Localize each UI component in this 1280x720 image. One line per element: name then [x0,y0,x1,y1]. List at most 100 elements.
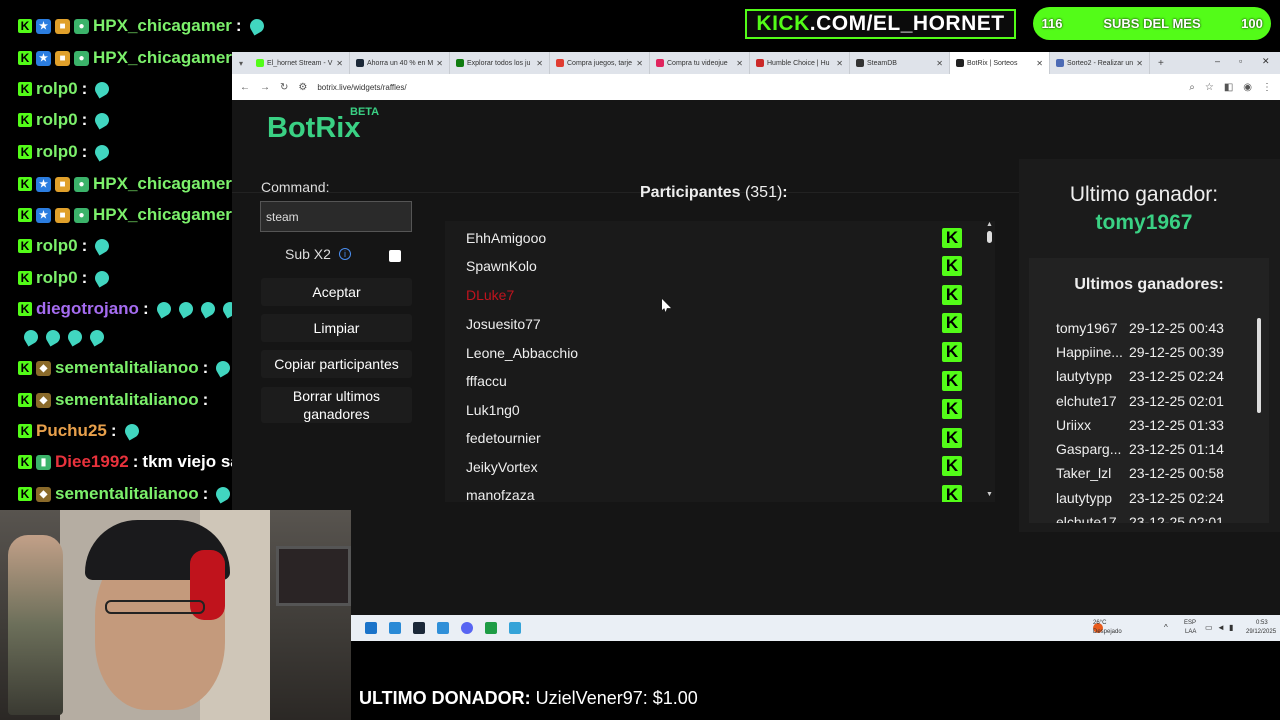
profile-icon[interactable]: ◉ [1243,82,1252,93]
chat-separator: : [202,390,209,409]
discord-icon[interactable] [461,622,473,634]
menu-icon[interactable]: ⋮ [1262,82,1272,93]
zoom-icon[interactable]: ⌕ [1189,82,1195,93]
participant-name: Luk1ng0 [466,402,520,418]
chat-username[interactable]: Diee1992 [55,452,129,472]
winner-row: lautytypp 23-12-25 02:24 [1056,368,1224,384]
accept-button[interactable]: Aceptar [261,278,412,306]
scroll-up-icon[interactable]: ▲ [986,221,993,228]
chat-username[interactable]: rolp0 [36,268,78,288]
founder-badge-icon: ◆ [36,392,51,408]
participants-list[interactable]: EhhAmigooo K SpawnKolo K DLuke7 K Josues… [445,221,995,502]
browser-tab[interactable]: Humble Choice | Hu ✕ [750,52,850,74]
store-favicon-icon [556,59,564,67]
close-icon[interactable]: ✕ [336,59,343,68]
chat-username[interactable]: rolp0 [36,142,78,162]
reload-icon[interactable]: ↻ [280,82,288,93]
chat-message: K ◆ sementalitalianoo : [18,390,208,410]
battery-icon[interactable]: ▮ [1229,623,1233,632]
chat-username[interactable]: Puchu25 [36,421,107,441]
info-icon[interactable]: i [338,248,351,260]
site-info-icon[interactable]: ⚙ [298,82,307,93]
back-icon[interactable]: ← [240,82,250,93]
command-input[interactable] [260,201,412,232]
botrix-logo[interactable]: BotRix [267,112,360,145]
taskbar-app-icon[interactable] [509,622,521,634]
scroll-down-icon[interactable]: ▼ [986,491,993,498]
browser-tab[interactable]: Compra tu videojue ✕ [650,52,750,74]
sub-x2-checkbox[interactable] [389,250,401,262]
chat-separator: : [142,299,149,318]
browser-tab[interactable]: El_hornet Stream - V ✕ [250,52,350,74]
close-icon[interactable]: ✕ [1036,59,1043,68]
emote-icon [92,142,112,162]
browser-tab-active[interactable]: BotRix | Sorteos ✕ [950,52,1050,74]
window-close-icon[interactable]: ✕ [1262,56,1270,67]
language-code[interactable]: ESP [1184,620,1196,626]
browser-window: ▾ El_hornet Stream - V ✕ Ahorra un 40 % e… [232,52,1280,615]
chat-username[interactable]: sementalitalianoo [55,390,199,410]
chat-username[interactable]: HPX_chicagamer [93,16,232,36]
edge-icon[interactable] [389,622,401,634]
close-icon[interactable]: ✕ [936,59,943,68]
clock-time[interactable]: 0:53 [1256,620,1268,626]
bookmark-star-icon[interactable]: ☆ [1205,82,1214,93]
steam-icon[interactable] [413,622,425,634]
winner-date: 23-12-25 00:58 [1129,465,1224,481]
kick-platform-icon: K [942,313,962,333]
clear-button[interactable]: Limpiar [261,314,412,342]
taskbar-app-icon[interactable] [437,622,449,634]
sub-badge-icon: ▮ [36,454,51,470]
browser-tab[interactable]: Ahorra un 40 % en M ✕ [350,52,450,74]
extensions-icon[interactable]: ◧ [1224,82,1233,93]
kick-platform-icon: K [942,428,962,448]
winners-list[interactable]: Ultimos ganadores: tomy1967 29-12-25 00:4… [1029,258,1269,523]
chat-username[interactable]: rolp0 [36,236,78,256]
winner-name: elchute17 [1056,514,1117,523]
close-icon[interactable]: ✕ [836,59,843,68]
new-tab-icon[interactable]: + [1158,58,1164,69]
glasses [105,600,205,614]
scrollbar-thumb[interactable] [987,231,992,243]
maximize-icon[interactable]: ▫ [1239,56,1242,66]
chat-username[interactable]: diegotrojano [36,299,139,319]
chat-username[interactable]: HPX_chicagamer [93,205,232,225]
copy-participants-button[interactable]: Copiar participantes [261,350,412,378]
close-icon[interactable]: ✕ [1136,59,1143,68]
chat-username[interactable]: HPX_chicagamer [93,174,232,194]
close-icon[interactable]: ✕ [436,59,443,68]
taskbar-app-icon[interactable] [365,622,377,634]
minimize-icon[interactable]: – [1215,56,1220,66]
forward-icon[interactable]: → [260,82,270,93]
winners-scrollbar-thumb[interactable] [1257,318,1261,413]
chat-username[interactable]: sementalitalianoo [55,358,199,378]
gift-badge-icon: ■ [55,176,70,192]
chat-username[interactable]: HPX_chicagamer [93,48,232,68]
delete-winners-button[interactable]: Borrar ultimos ganadores [261,387,412,423]
close-icon[interactable]: ✕ [536,59,543,68]
taskbar-app-icon[interactable] [485,622,497,634]
url-field[interactable]: botrix.live/widgets/raffles/ [317,83,406,92]
tab-list-icon[interactable]: ▾ [232,52,250,74]
chat-username[interactable]: rolp0 [36,79,78,99]
tray-chevron-icon[interactable]: ^ [1164,623,1168,632]
clock-date[interactable]: 29/12/2025 [1246,629,1276,635]
volume-icon[interactable]: ◄ [1217,623,1225,632]
browser-tab[interactable]: Sorteo2 - Realizar un ✕ [1050,52,1150,74]
emote-icon [92,110,112,130]
gift-badge-icon: ■ [55,207,70,223]
close-icon[interactable]: ✕ [736,59,743,68]
browser-tab[interactable]: SteamDB ✕ [850,52,950,74]
close-icon[interactable]: ✕ [636,59,643,68]
chat-message: K rolp0 : [18,268,112,288]
browser-tab[interactable]: Compra juegos, tarje ✕ [550,52,650,74]
browser-tab[interactable]: Explorar todos los ju ✕ [450,52,550,74]
language-layout[interactable]: LAA [1185,629,1196,635]
kick-favicon-icon [256,59,264,67]
emote-icon [213,484,233,504]
network-icon[interactable]: ▭ [1205,623,1213,632]
kick-badge-icon: K [18,208,32,222]
xbox-favicon-icon [456,59,464,67]
chat-username[interactable]: sementalitalianoo [55,484,199,504]
chat-username[interactable]: rolp0 [36,110,78,130]
